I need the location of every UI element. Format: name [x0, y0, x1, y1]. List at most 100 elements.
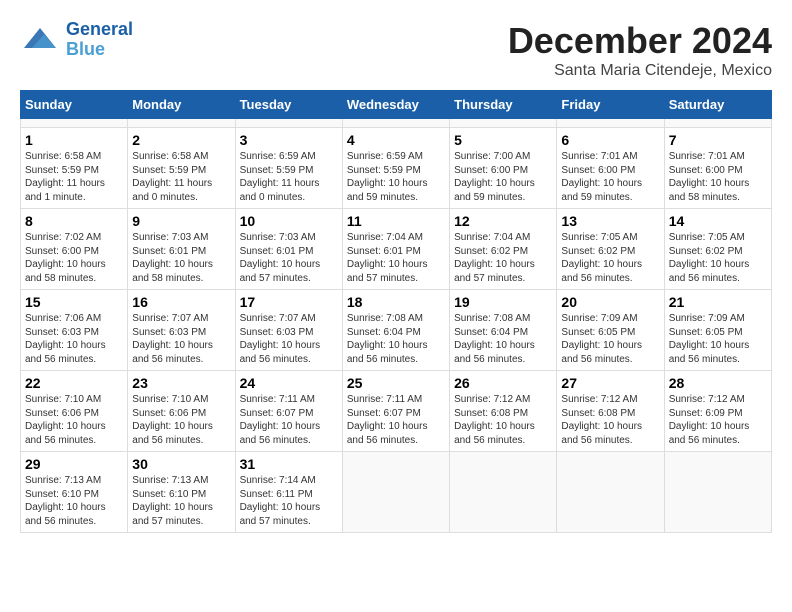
table-row: 25 Sunrise: 7:11 AM Sunset: 6:07 PM Dayl…	[342, 371, 449, 452]
day-number: 19	[454, 294, 552, 310]
table-row	[21, 119, 128, 128]
day-number: 25	[347, 375, 445, 391]
day-number: 5	[454, 132, 552, 148]
day-info: Sunrise: 7:00 AM Sunset: 6:00 PM Dayligh…	[454, 150, 552, 204]
day-number: 14	[669, 213, 767, 229]
day-info: Sunrise: 7:05 AM Sunset: 6:02 PM Dayligh…	[669, 231, 767, 285]
table-row: 23 Sunrise: 7:10 AM Sunset: 6:06 PM Dayl…	[128, 371, 235, 452]
day-number: 15	[25, 294, 123, 310]
day-number: 10	[240, 213, 338, 229]
day-info: Sunrise: 7:10 AM Sunset: 6:06 PM Dayligh…	[132, 393, 230, 447]
logo-text: General Blue	[66, 20, 133, 60]
col-saturday: Saturday	[664, 91, 771, 119]
table-row: 20 Sunrise: 7:09 AM Sunset: 6:05 PM Dayl…	[557, 290, 664, 371]
table-row: 4 Sunrise: 6:59 AM Sunset: 5:59 PM Dayli…	[342, 128, 449, 209]
day-number: 24	[240, 375, 338, 391]
logo-blue: Blue	[66, 39, 105, 59]
table-row: 29 Sunrise: 7:13 AM Sunset: 6:10 PM Dayl…	[21, 452, 128, 533]
day-number: 18	[347, 294, 445, 310]
table-row: 22 Sunrise: 7:10 AM Sunset: 6:06 PM Dayl…	[21, 371, 128, 452]
calendar-week-row: 15 Sunrise: 7:06 AM Sunset: 6:03 PM Dayl…	[21, 290, 772, 371]
day-number: 31	[240, 456, 338, 472]
table-row	[557, 119, 664, 128]
table-row: 11 Sunrise: 7:04 AM Sunset: 6:01 PM Dayl…	[342, 209, 449, 290]
day-number: 8	[25, 213, 123, 229]
table-row: 12 Sunrise: 7:04 AM Sunset: 6:02 PM Dayl…	[450, 209, 557, 290]
calendar-week-row: 29 Sunrise: 7:13 AM Sunset: 6:10 PM Dayl…	[21, 452, 772, 533]
table-row: 27 Sunrise: 7:12 AM Sunset: 6:08 PM Dayl…	[557, 371, 664, 452]
day-info: Sunrise: 7:09 AM Sunset: 6:05 PM Dayligh…	[561, 312, 659, 366]
day-number: 9	[132, 213, 230, 229]
day-info: Sunrise: 7:11 AM Sunset: 6:07 PM Dayligh…	[240, 393, 338, 447]
day-info: Sunrise: 7:03 AM Sunset: 6:01 PM Dayligh…	[132, 231, 230, 285]
calendar-table: Sunday Monday Tuesday Wednesday Thursday…	[20, 90, 772, 533]
day-info: Sunrise: 7:12 AM Sunset: 6:08 PM Dayligh…	[561, 393, 659, 447]
table-row: 17 Sunrise: 7:07 AM Sunset: 6:03 PM Dayl…	[235, 290, 342, 371]
day-info: Sunrise: 6:58 AM Sunset: 5:59 PM Dayligh…	[25, 150, 123, 204]
day-number: 30	[132, 456, 230, 472]
day-info: Sunrise: 7:07 AM Sunset: 6:03 PM Dayligh…	[132, 312, 230, 366]
logo-general: General	[66, 19, 133, 39]
page-header: General Blue December 2024 Santa Maria C…	[20, 20, 772, 80]
day-number: 2	[132, 132, 230, 148]
day-info: Sunrise: 7:09 AM Sunset: 6:05 PM Dayligh…	[669, 312, 767, 366]
day-info: Sunrise: 7:03 AM Sunset: 6:01 PM Dayligh…	[240, 231, 338, 285]
table-row	[664, 452, 771, 533]
day-number: 23	[132, 375, 230, 391]
table-row: 15 Sunrise: 7:06 AM Sunset: 6:03 PM Dayl…	[21, 290, 128, 371]
table-row	[450, 119, 557, 128]
day-number: 26	[454, 375, 552, 391]
table-row: 30 Sunrise: 7:13 AM Sunset: 6:10 PM Dayl…	[128, 452, 235, 533]
table-row: 2 Sunrise: 6:58 AM Sunset: 5:59 PM Dayli…	[128, 128, 235, 209]
table-row: 31 Sunrise: 7:14 AM Sunset: 6:11 PM Dayl…	[235, 452, 342, 533]
day-info: Sunrise: 6:59 AM Sunset: 5:59 PM Dayligh…	[240, 150, 338, 204]
col-wednesday: Wednesday	[342, 91, 449, 119]
day-info: Sunrise: 7:08 AM Sunset: 6:04 PM Dayligh…	[347, 312, 445, 366]
table-row	[235, 119, 342, 128]
table-row: 5 Sunrise: 7:00 AM Sunset: 6:00 PM Dayli…	[450, 128, 557, 209]
day-number: 11	[347, 213, 445, 229]
day-info: Sunrise: 7:06 AM Sunset: 6:03 PM Dayligh…	[25, 312, 123, 366]
day-number: 17	[240, 294, 338, 310]
day-number: 29	[25, 456, 123, 472]
calendar-week-row: 8 Sunrise: 7:02 AM Sunset: 6:00 PM Dayli…	[21, 209, 772, 290]
day-info: Sunrise: 7:01 AM Sunset: 6:00 PM Dayligh…	[669, 150, 767, 204]
day-info: Sunrise: 7:10 AM Sunset: 6:06 PM Dayligh…	[25, 393, 123, 447]
table-row: 18 Sunrise: 7:08 AM Sunset: 6:04 PM Dayl…	[342, 290, 449, 371]
table-row: 9 Sunrise: 7:03 AM Sunset: 6:01 PM Dayli…	[128, 209, 235, 290]
table-row: 10 Sunrise: 7:03 AM Sunset: 6:01 PM Dayl…	[235, 209, 342, 290]
table-row	[664, 119, 771, 128]
day-number: 4	[347, 132, 445, 148]
table-row	[128, 119, 235, 128]
location-title: Santa Maria Citendeje, Mexico	[508, 62, 772, 80]
day-info: Sunrise: 7:13 AM Sunset: 6:10 PM Dayligh…	[132, 474, 230, 528]
table-row: 6 Sunrise: 7:01 AM Sunset: 6:00 PM Dayli…	[557, 128, 664, 209]
table-row: 7 Sunrise: 7:01 AM Sunset: 6:00 PM Dayli…	[664, 128, 771, 209]
calendar-week-row: 1 Sunrise: 6:58 AM Sunset: 5:59 PM Dayli…	[21, 128, 772, 209]
logo: General Blue	[20, 20, 133, 60]
month-title: December 2024	[508, 20, 772, 62]
day-info: Sunrise: 7:02 AM Sunset: 6:00 PM Dayligh…	[25, 231, 123, 285]
table-row: 21 Sunrise: 7:09 AM Sunset: 6:05 PM Dayl…	[664, 290, 771, 371]
day-number: 12	[454, 213, 552, 229]
table-row	[342, 452, 449, 533]
table-row: 19 Sunrise: 7:08 AM Sunset: 6:04 PM Dayl…	[450, 290, 557, 371]
table-row: 24 Sunrise: 7:11 AM Sunset: 6:07 PM Dayl…	[235, 371, 342, 452]
table-row: 16 Sunrise: 7:07 AM Sunset: 6:03 PM Dayl…	[128, 290, 235, 371]
day-number: 21	[669, 294, 767, 310]
day-info: Sunrise: 7:01 AM Sunset: 6:00 PM Dayligh…	[561, 150, 659, 204]
day-info: Sunrise: 7:07 AM Sunset: 6:03 PM Dayligh…	[240, 312, 338, 366]
day-number: 28	[669, 375, 767, 391]
table-row: 3 Sunrise: 6:59 AM Sunset: 5:59 PM Dayli…	[235, 128, 342, 209]
day-number: 3	[240, 132, 338, 148]
day-info: Sunrise: 7:14 AM Sunset: 6:11 PM Dayligh…	[240, 474, 338, 528]
col-thursday: Thursday	[450, 91, 557, 119]
table-row: 26 Sunrise: 7:12 AM Sunset: 6:08 PM Dayl…	[450, 371, 557, 452]
day-number: 27	[561, 375, 659, 391]
day-number: 16	[132, 294, 230, 310]
day-number: 22	[25, 375, 123, 391]
col-friday: Friday	[557, 91, 664, 119]
day-info: Sunrise: 7:11 AM Sunset: 6:07 PM Dayligh…	[347, 393, 445, 447]
calendar-week-row	[21, 119, 772, 128]
calendar-week-row: 22 Sunrise: 7:10 AM Sunset: 6:06 PM Dayl…	[21, 371, 772, 452]
